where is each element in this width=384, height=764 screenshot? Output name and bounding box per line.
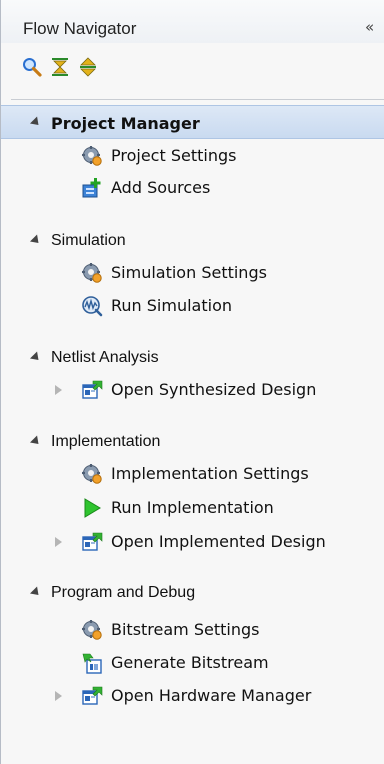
nav-item-open-implemented-design[interactable]: Open Implemented Design (1, 526, 384, 558)
nav-item-implementation-settings[interactable]: Implementation Settings (1, 458, 384, 490)
nav-item-label: Generate Bitstream (111, 653, 269, 672)
gear-settings-icon (81, 145, 103, 167)
expand-arrow-icon[interactable] (29, 351, 43, 364)
expand-arrow-icon[interactable] (29, 586, 43, 599)
section-netlist-analysis[interactable]: Netlist Analysis (1, 341, 384, 375)
panel-title-bar: Flow Navigator « (1, 0, 384, 43)
panel-title: Flow Navigator (23, 19, 137, 38)
section-label: Netlist Analysis (51, 349, 159, 366)
nav-item-run-simulation[interactable]: Run Simulation (1, 290, 384, 322)
nav-item-open-synthesized-design[interactable]: Open Synthesized Design (1, 374, 384, 406)
open-design-icon (81, 531, 103, 553)
section-label: Implementation (51, 433, 161, 450)
nav-item-generate-bitstream[interactable]: Generate Bitstream (1, 647, 384, 679)
nav-item-bitstream-settings[interactable]: Bitstream Settings (1, 614, 384, 646)
section-label: Simulation (51, 232, 126, 249)
section-program-and-debug[interactable]: Program and Debug (1, 576, 384, 610)
generate-bitstream-icon (81, 652, 103, 674)
add-sources-icon (81, 177, 103, 199)
collapse-all-icon[interactable] (49, 56, 71, 78)
nav-item-label: Run Simulation (111, 296, 232, 315)
flow-navigator-panel: Flow Navigator « Project Manager Project… (0, 0, 384, 764)
nav-item-label: Open Implemented Design (111, 532, 326, 551)
nav-item-project-settings[interactable]: Project Settings (1, 140, 384, 172)
toolbar-divider (11, 99, 384, 100)
nav-item-add-sources[interactable]: Add Sources (1, 172, 384, 204)
run-play-icon (81, 497, 103, 519)
nav-item-label: Simulation Settings (111, 263, 267, 282)
nav-item-label: Bitstream Settings (111, 620, 260, 639)
nav-item-label: Project Settings (111, 146, 237, 165)
nav-item-label: Open Hardware Manager (111, 686, 312, 705)
gear-settings-icon (81, 619, 103, 641)
waveform-icon (81, 295, 103, 317)
nav-item-label: Add Sources (111, 178, 211, 197)
expand-arrow-icon[interactable] (55, 537, 62, 547)
section-label: Program and Debug (51, 584, 196, 601)
expand-arrow-icon[interactable] (29, 116, 43, 129)
nav-item-label: Open Synthesized Design (111, 380, 317, 399)
nav-item-simulation-settings[interactable]: Simulation Settings (1, 257, 384, 289)
expand-arrow-icon[interactable] (55, 385, 62, 395)
expand-arrow-icon[interactable] (55, 691, 62, 701)
nav-item-label: Implementation Settings (111, 464, 309, 483)
open-design-icon (81, 379, 103, 401)
nav-item-label: Run Implementation (111, 498, 274, 517)
nav-item-open-hardware-manager[interactable]: Open Hardware Manager (1, 680, 384, 712)
collapse-panel-button[interactable]: « (365, 18, 374, 36)
open-design-icon (81, 685, 103, 707)
expand-arrow-icon[interactable] (29, 234, 43, 247)
expand-arrow-icon[interactable] (29, 435, 43, 448)
expand-all-icon[interactable] (77, 56, 99, 78)
section-project-manager[interactable]: Project Manager (1, 105, 384, 139)
nav-item-run-implementation[interactable]: Run Implementation (1, 492, 384, 524)
gear-settings-icon (81, 463, 103, 485)
section-implementation[interactable]: Implementation (1, 425, 384, 459)
gear-settings-icon (81, 262, 103, 284)
search-icon[interactable] (21, 56, 43, 78)
section-simulation[interactable]: Simulation (1, 224, 384, 258)
section-label: Project Manager (51, 114, 200, 133)
